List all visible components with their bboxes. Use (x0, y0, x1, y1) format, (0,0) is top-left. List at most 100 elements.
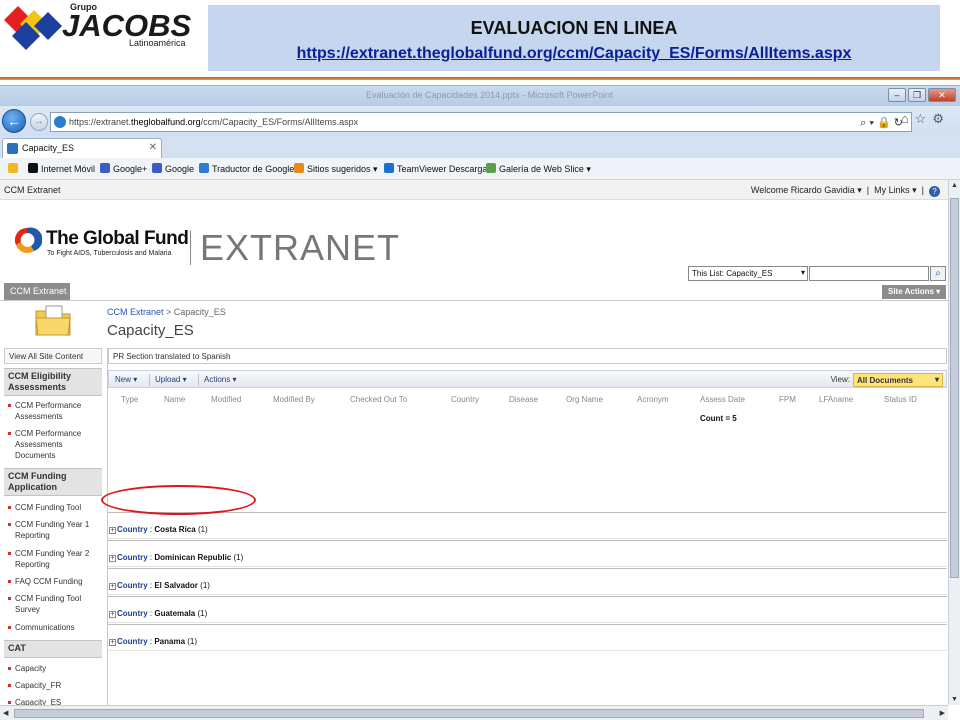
slide-url-link[interactable]: https://extranet.theglobalfund.org/ccm/C… (208, 45, 940, 63)
column-header[interactable]: Name (164, 395, 185, 404)
leftnav-item[interactable]: FAQ CCM Funding (8, 576, 102, 587)
column-header[interactable]: Country (451, 395, 479, 404)
column-header[interactable]: Status ID (884, 395, 917, 404)
group-toggle[interactable]: + Country : Guatemala (1) (109, 609, 207, 618)
search-input[interactable] (809, 266, 929, 281)
back-button[interactable]: ← (2, 109, 26, 133)
slide: Grupo JACOBS Latinoamérica EVALUACION EN… (0, 0, 960, 720)
leftnav-item[interactable]: CCM Funding Tool Survey (8, 593, 102, 615)
column-header[interactable]: Org Name (566, 395, 603, 404)
column-header[interactable]: LFAname (819, 395, 853, 404)
tab-capacity-es[interactable]: Capacity_ES ✕ (2, 138, 162, 158)
fav-traductor[interactable]: Traductor de Google (199, 163, 294, 174)
left-navigation: View All Site Content CCM Eligibility As… (4, 348, 102, 720)
site-actions-menu[interactable]: Site Actions ▾ (882, 285, 946, 299)
fav-sitios-sugeridos[interactable]: Sitios sugeridos ▾ (294, 163, 378, 175)
annotation-ellipse (101, 485, 256, 515)
expand-icon[interactable]: + (109, 611, 116, 618)
tab-label: Capacity_ES (22, 143, 75, 153)
help-icon[interactable]: ? (929, 186, 940, 197)
expand-icon[interactable]: + (109, 639, 116, 646)
view-select[interactable]: All Documents ▾ (853, 373, 943, 387)
search-scope-select[interactable]: This List: Capacity_ES ▾ (688, 266, 808, 281)
slide-title-box: EVALUACION EN LINEA https://extranet.the… (208, 5, 940, 71)
view-all-site-content-link[interactable]: View All Site Content (4, 348, 102, 364)
leftnav-item[interactable]: Capacity_FR (8, 680, 102, 691)
site-favicon-icon (54, 116, 66, 128)
restore-button[interactable]: ❐ (908, 88, 926, 102)
brand-name: The Global Fund (46, 228, 189, 249)
leftnav-item[interactable]: Capacity (8, 663, 102, 674)
address-text: https://extranet.theglobalfund.org/ccm/C… (69, 117, 359, 127)
search-icon[interactable]: ⌕ (930, 266, 946, 281)
scroll-up-icon[interactable]: ▲ (949, 182, 960, 189)
leftnav-heading-funding[interactable]: CCM Funding Application (4, 468, 102, 496)
leftnav-item[interactable]: Communications (8, 622, 102, 633)
leftnav-item[interactable]: CCM Funding Year 1 Reporting (8, 519, 102, 541)
scroll-down-icon[interactable]: ▼ (949, 696, 960, 703)
site-title-link[interactable]: CCM Extranet (4, 185, 61, 195)
fav-google-plus[interactable]: Google+ (100, 163, 147, 174)
new-menu[interactable]: New ▾ (115, 375, 137, 384)
address-bar[interactable]: https://extranet.theglobalfund.org/ccm/C… (50, 112, 912, 132)
top-navigation: CCM Extranet Site Actions ▾ (0, 283, 948, 301)
scroll-thumb[interactable] (14, 709, 924, 718)
column-header[interactable]: Disease (509, 395, 538, 404)
column-header[interactable]: Modified (211, 395, 241, 404)
fav-galeria-web-slice[interactable]: Galería de Web Slice ▾ (486, 163, 591, 175)
column-header[interactable]: Type (121, 395, 138, 404)
vertical-scrollbar[interactable]: ▲ ▼ (948, 180, 960, 705)
group-toggle[interactable]: + Country : Panama (1) (109, 637, 197, 646)
forward-button[interactable]: → (30, 113, 48, 131)
group-toggle[interactable]: + Country : Costa Rica (1) (109, 525, 208, 534)
breadcrumb-root[interactable]: CCM Extranet (107, 307, 164, 317)
leftnav-item[interactable]: CCM Performance Assessments Documents (8, 428, 102, 461)
page-title: Capacity_ES (107, 322, 194, 339)
chevron-down-icon: ▾ (934, 375, 939, 384)
browser-window: Evaluación de Capacidades 2014.pptx - Mi… (0, 85, 960, 720)
brand-divider (190, 231, 191, 265)
close-window-button[interactable]: ✕ (928, 88, 956, 102)
expand-icon[interactable]: + (109, 555, 116, 562)
expand-icon[interactable]: + (109, 583, 116, 590)
group-row: + Country : Guatemala (1) (108, 596, 947, 623)
my-links-menu[interactable]: My Links ▾ (874, 185, 917, 195)
scroll-right-icon[interactable]: ▶ (940, 709, 945, 717)
fav-google[interactable]: Google (152, 163, 194, 174)
expand-icon[interactable]: + (109, 527, 116, 534)
column-header[interactable]: Modified By (273, 395, 315, 404)
column-header[interactable]: Acronym (637, 395, 669, 404)
horizontal-scrollbar[interactable]: ◀ ▶ (0, 705, 948, 720)
group-row: + Country : Panama (1) (108, 624, 947, 651)
favorites-star-icon[interactable] (8, 163, 21, 174)
column-header[interactable]: FPM (779, 395, 796, 404)
group-toggle[interactable]: + Country : El Salvador (1) (109, 581, 210, 590)
fav-internet-movil[interactable]: Internet Móvil (28, 163, 95, 174)
user-menu: Welcome Ricardo Gavidia ▾ | My Links ▾ |… (751, 185, 940, 197)
leftnav-heading-cat[interactable]: CAT (4, 640, 102, 658)
home-favorites-settings-icon[interactable]: ⌂☆⚙ (901, 111, 950, 127)
leftnav-item[interactable]: CCM Funding Year 2 Reporting (8, 548, 102, 570)
leftnav-item[interactable]: CCM Funding Tool (8, 502, 102, 513)
jacobs-diamonds-icon (4, 6, 62, 50)
welcome-menu[interactable]: Welcome Ricardo Gavidia ▾ (751, 185, 862, 195)
global-fund-swirl-icon (14, 227, 42, 254)
favorites-bar: Internet Móvil Google+ Google Traductor … (0, 158, 960, 180)
leftnav-heading-eligibility[interactable]: CCM Eligibility Assessments (4, 368, 102, 396)
actions-menu[interactable]: Actions ▾ (204, 375, 236, 384)
group-row: + Country : Dominican Republic (1) (108, 540, 947, 567)
upload-menu[interactable]: Upload ▾ (155, 375, 187, 384)
address-tools-icon[interactable]: ⌕ ▾ 🔒 ↻ (860, 116, 903, 130)
scroll-thumb[interactable] (950, 198, 959, 578)
topnav-ccm-extranet[interactable]: CCM Extranet (4, 283, 70, 301)
column-header[interactable]: Assess Date (700, 395, 745, 404)
fav-teamviewer[interactable]: TeamViewer Descarga (384, 163, 487, 174)
slide-title: EVALUACION EN LINEA (470, 18, 678, 38)
leftnav-item[interactable]: CCM Performance Assessments (8, 400, 102, 422)
tab-close-icon[interactable]: ✕ (149, 142, 157, 153)
minimize-button[interactable]: – (888, 88, 906, 102)
scroll-left-icon[interactable]: ◀ (3, 709, 8, 717)
chevron-down-icon: ▾ (800, 268, 805, 277)
group-toggle[interactable]: + Country : Dominican Republic (1) (109, 553, 243, 562)
column-header[interactable]: Checked Out To (350, 395, 407, 404)
